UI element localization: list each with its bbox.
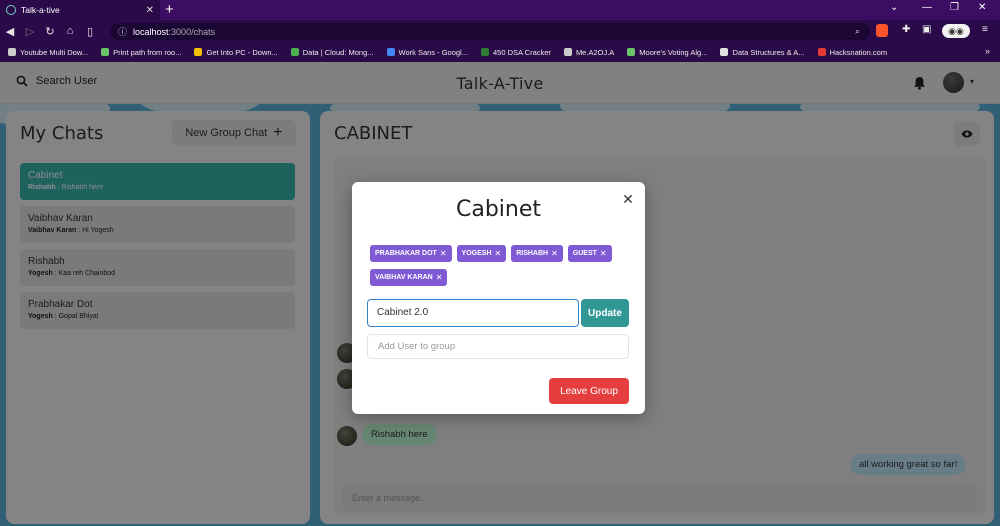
bookmark-label: 450 DSA Cracker <box>492 47 551 57</box>
bookmarks-bar: Youtube Multi Dow... Print path from roo… <box>0 42 1000 62</box>
remove-member-icon[interactable]: ✕ <box>440 245 447 262</box>
tab-title: Talk-a-tive <box>21 5 60 15</box>
member-badge[interactable]: GUEST ✕ <box>567 245 612 262</box>
react-favicon-icon <box>6 5 16 15</box>
remove-member-icon[interactable]: ✕ <box>495 245 502 262</box>
new-tab-button[interactable]: + <box>165 1 174 19</box>
window-close-icon[interactable]: ✕ <box>978 2 986 13</box>
bookmark-favicon-icon <box>194 48 203 56</box>
bookmark-item[interactable]: Youtube Multi Dow... <box>8 48 88 57</box>
member-badge[interactable]: PRABHAKAR DOT ✕ <box>370 245 452 262</box>
bookmark-item[interactable]: Print path from roo... <box>101 48 181 57</box>
bookmark-label: Me.A2OJ.A <box>575 47 615 57</box>
bookmark-item[interactable]: Work Sans - Googl... <box>386 47 468 57</box>
bookmark-item[interactable]: Get Into PC - Down... <box>194 47 278 57</box>
bookmark-favicon-icon <box>720 48 729 56</box>
group-settings-modal: Cabinet ✕ PRABHAKAR DOT ✕ YOGESH ✕ RISHABH… <box>352 182 645 414</box>
zoom-icon[interactable]: ⌕ <box>855 26 860 37</box>
minimize-icon[interactable]: — <box>922 2 932 13</box>
bookmark-favicon-icon <box>817 48 826 56</box>
add-user-input[interactable]: Add User to group <box>367 334 629 359</box>
address-bar[interactable]: ⓘ localhost :3000/chats ⌕ <box>110 23 870 40</box>
modal-title: Cabinet <box>455 197 542 222</box>
bookmark-favicon-icon <box>563 48 572 56</box>
maximize-icon[interactable]: ❐ <box>950 2 959 13</box>
bookmark-item[interactable]: Moore's Voting Alg... <box>627 48 707 57</box>
tab-close-icon[interactable]: ✕ <box>146 5 154 16</box>
remove-member-icon[interactable]: ✕ <box>551 245 558 262</box>
bookmark-label: Work Sans - Googl... <box>398 47 468 57</box>
reload-icon[interactable]: ↻ <box>40 25 60 38</box>
url-host: localhost <box>133 26 169 37</box>
browser-toolbar: ◀ ▷ ↻ ⌂ ▯ ⓘ localhost :3000/chats ⌕ ✚ ▣ … <box>0 20 1000 42</box>
extensions-icon[interactable]: ✚ <box>902 24 910 35</box>
url-path: :3000/chats <box>168 26 216 37</box>
bookmark-item[interactable]: 450 DSA Cracker <box>480 47 551 57</box>
member-badge[interactable]: VAIBHAV KARAN ✕ <box>370 269 448 286</box>
close-icon[interactable]: ✕ <box>620 191 636 207</box>
bookmark-label: Data | Cloud: Mong... <box>302 47 374 57</box>
member-badges: PRABHAKAR DOT ✕ YOGESH ✕ RISHABH ✕ GUEST ✕ V… <box>370 245 632 293</box>
member-badge[interactable]: YOGESH ✕ <box>456 245 507 262</box>
bookmark-favicon-icon <box>386 48 395 56</box>
back-icon[interactable]: ◀ <box>0 25 20 38</box>
bookmark-item[interactable]: Data | Cloud: Mong... <box>290 47 374 57</box>
bookmark-label: Print path from roo... <box>113 47 182 57</box>
bookmark-label: Data Structures & A... <box>732 47 805 57</box>
bookmark-label: Hacksnation.com <box>829 47 888 57</box>
bookmark-favicon-icon <box>8 48 16 56</box>
bookmark-item[interactable]: Hacksnation.com <box>817 47 888 57</box>
group-name-input[interactable]: Cabinet 2.0 <box>367 299 579 327</box>
menu-icon[interactable]: ≡ <box>982 24 988 35</box>
bookmark-label: Moore's Voting Alg... <box>639 47 708 57</box>
home-icon[interactable]: ⌂ <box>60 25 80 37</box>
bookmark-favicon-icon <box>290 48 299 56</box>
bookmarks-more-icon[interactable]: » <box>985 46 990 56</box>
site-info-icon[interactable]: ⓘ <box>118 25 127 38</box>
forward-icon[interactable]: ▷ <box>20 25 40 38</box>
brave-shield-icon[interactable] <box>876 24 888 37</box>
bookmark-label: Youtube Multi Dow... <box>20 47 89 57</box>
bookmark-favicon-icon <box>101 48 110 56</box>
private-glasses-icon[interactable]: ◉◉ <box>942 24 970 38</box>
bookmark-item[interactable]: Me.A2OJ.A <box>563 47 615 57</box>
tab-search-chevron-icon[interactable]: ⌄ <box>890 2 898 13</box>
browser-tab-bar: Talk-a-tive ✕ + ⌄ — ❐ ✕ <box>0 0 1000 20</box>
remove-member-icon[interactable]: ✕ <box>436 269 443 286</box>
bookmark-icon[interactable]: ▯ <box>80 25 100 38</box>
bookmark-favicon-icon <box>480 48 489 56</box>
sidebar-icon[interactable]: ▣ <box>922 24 931 35</box>
bookmark-label: Get Into PC - Down... <box>206 47 278 57</box>
bookmark-item[interactable]: Data Structures & A... <box>720 47 805 57</box>
remove-member-icon[interactable]: ✕ <box>600 245 607 262</box>
update-button[interactable]: Update <box>581 299 629 327</box>
leave-group-button[interactable]: Leave Group <box>549 378 629 404</box>
browser-tab[interactable]: Talk-a-tive ✕ <box>0 0 160 20</box>
member-badge[interactable]: RISHABH ✕ <box>511 245 563 262</box>
bookmark-favicon-icon <box>627 48 636 56</box>
